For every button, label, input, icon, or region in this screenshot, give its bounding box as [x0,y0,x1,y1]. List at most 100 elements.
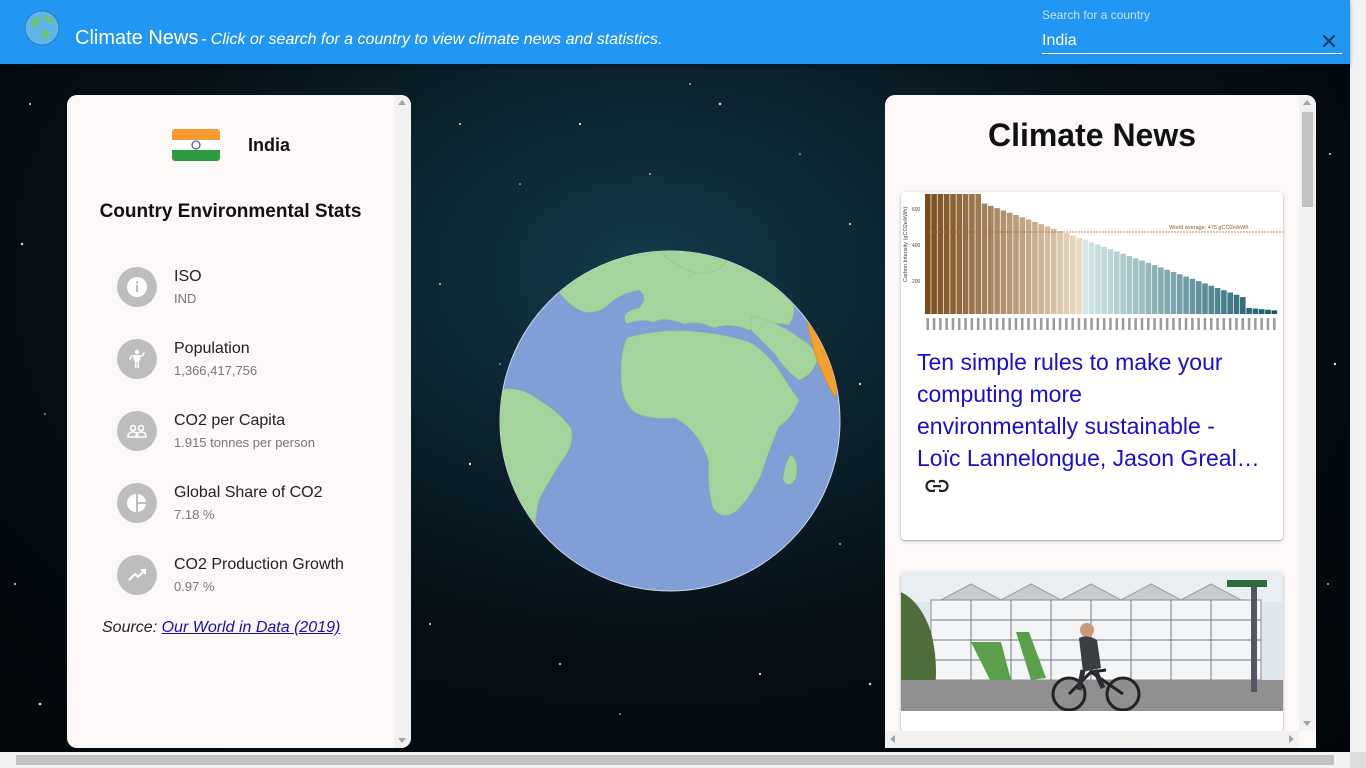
stat-label: CO2 per Capita [174,412,286,429]
headline-line: computing more [917,381,1082,407]
chart-bar [931,194,937,314]
source-link[interactable]: Our World in Data (2019) [162,619,341,636]
chart-bar [1214,287,1221,314]
chart-category-label [1273,318,1276,330]
chart-bar [969,194,975,314]
app-title: Climate News [75,27,199,49]
stat-co2-growth: CO2 Production Growth 0.97 % [117,555,377,605]
stat-iso: ISO IND [117,267,377,317]
chart-bar [981,203,988,314]
source-prefix: Source: [102,619,158,636]
chart-bar [943,194,950,314]
chart-bar [1101,246,1107,314]
link-icon[interactable] [925,478,949,494]
news-panel-horizontal-scrollbar[interactable] [885,731,1299,748]
chart-category-label [989,318,992,330]
chart-bar [1139,260,1145,314]
scroll-down-arrow-icon[interactable] [1303,721,1311,726]
scroll-right-arrow-icon[interactable] [1289,735,1294,743]
chart-category-label [1033,318,1037,330]
chart-category-label [1039,318,1043,330]
country-search-input[interactable] [1042,28,1342,54]
chart-tick-label: 400 [912,243,921,249]
news-card[interactable] [901,572,1283,732]
chart-bar [1025,219,1032,314]
scroll-thumb[interactable] [1302,112,1313,207]
chart-category-label [1096,318,1100,330]
chart-bar [1258,309,1265,314]
interactive-globe[interactable] [499,250,841,592]
chart-category-label [939,318,942,330]
chart-bar [1170,272,1177,314]
chart-bar [1246,308,1252,314]
stat-value: 7.18 % [174,507,215,522]
stat-label: Global Share of CO2 [174,484,323,501]
clear-search-icon[interactable] [1320,32,1338,50]
stat-value: 1.915 tonnes per person [174,435,315,450]
chart-category-label [1027,318,1030,330]
chart-category-label [1134,318,1137,330]
pie-chart-icon [117,483,157,523]
chart-bar [1095,244,1101,314]
chart-bar [950,194,956,314]
chart-category-label [1210,318,1213,330]
chart-category-label [976,318,980,330]
chart-category-label [1052,318,1055,330]
chart-category-label [1165,318,1169,330]
chart-category-label [1102,318,1106,330]
chart-category-label [1216,318,1219,330]
chart-category-label [964,318,967,330]
stat-global-share: Global Share of CO2 7.18 % [117,483,377,533]
news-panel-scrollbar[interactable] [1299,95,1316,731]
window-horizontal-scrollbar[interactable] [0,752,1350,768]
chart-bar [1107,249,1114,314]
chart-bar [1271,310,1278,314]
chart-category-label [932,318,936,330]
chart-bar [1202,283,1208,314]
news-panel-title: Climate News [987,117,1197,153]
chart-category-label [1065,318,1068,330]
chart-category-label [1222,318,1226,330]
stat-value: IND [174,291,197,306]
chart-bar [1240,297,1246,314]
country-stats-panel: India Country Environmental Stats ISO IN… [67,95,411,748]
chart-bar [1227,292,1233,314]
stat-label: CO2 Production Growth [174,556,344,573]
chart-category-label [1247,318,1251,330]
app-header: Climate News - Click or search for a cou… [0,0,1350,64]
chart-category-label [1128,318,1131,330]
chart-category-label [1178,318,1181,330]
people-icon [117,411,157,451]
chart-bar [1189,278,1196,314]
chart-bar [1145,262,1152,314]
scroll-down-arrow-icon[interactable] [398,738,406,743]
chart-category-label [945,318,948,330]
chart-bar [1000,210,1007,314]
chart-bar [937,194,944,314]
chart-category-label [970,318,974,330]
window-scroll-thumb[interactable] [16,755,1334,765]
chart-bar [925,194,931,314]
chart-bar [1032,221,1038,314]
globe-logo-icon [24,10,60,46]
scrollbar-corner [1350,752,1366,768]
chart-category-label [1172,318,1175,330]
scroll-left-arrow-icon[interactable] [890,735,895,743]
chart-bar [1044,226,1051,314]
chart-bar [1233,294,1240,314]
scroll-up-arrow-icon[interactable] [1303,100,1311,105]
window-vertical-scrollbar[interactable] [1350,0,1366,752]
scroll-up-arrow-icon[interactable] [398,100,406,105]
article-headline[interactable]: Ten simple rules to make your computing … [917,346,1267,474]
chart-bar [1057,230,1063,314]
chart-category-label [1266,318,1270,330]
news-card[interactable]: World average: 475 gCO2e/kWh Carbon Inten… [901,192,1283,540]
chart-category-label [1071,318,1074,330]
chart-category-label [983,318,986,330]
stats-panel-scrollbar[interactable] [394,95,411,748]
chart-category-label [1159,318,1163,330]
chart-bar [1114,251,1120,314]
country-name: India [248,135,291,155]
chart-category-label [1254,318,1257,330]
headline-line: environmentally sustainable - [917,413,1215,439]
